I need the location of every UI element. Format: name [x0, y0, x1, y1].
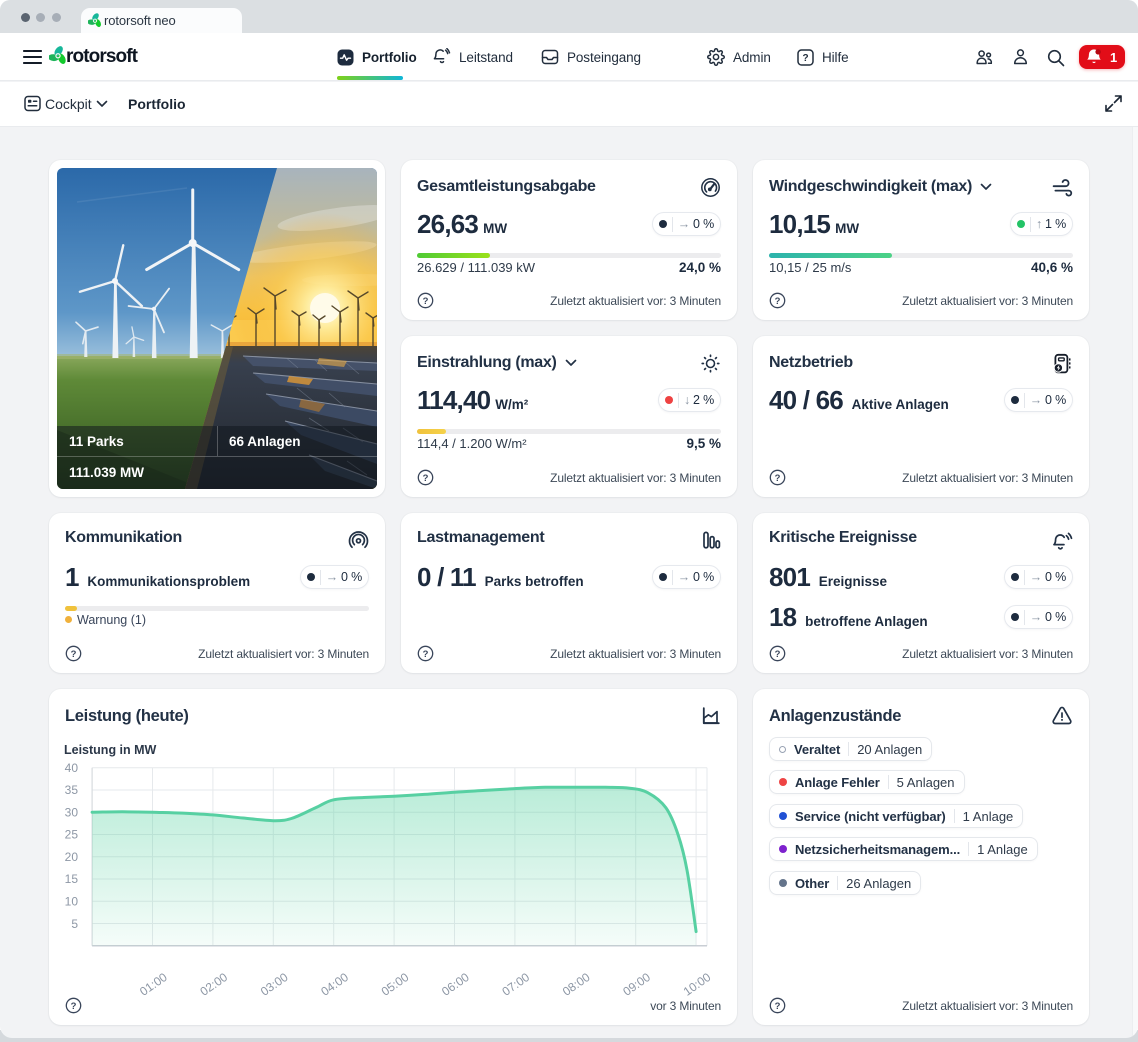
svg-text:?: ?: [423, 649, 429, 660]
svg-text:35: 35: [65, 783, 79, 797]
svg-text:02:00: 02:00: [197, 970, 230, 999]
svg-text:09:00: 09:00: [620, 970, 653, 999]
svg-text:30: 30: [65, 806, 79, 820]
svg-text:15: 15: [65, 872, 79, 886]
svg-text:40: 40: [65, 761, 79, 775]
svg-text:11 Parks: 11 Parks: [69, 434, 124, 449]
svg-text:03:00: 03:00: [258, 970, 291, 999]
svg-text:?: ?: [775, 1001, 781, 1012]
svg-text:?: ?: [71, 1001, 77, 1012]
svg-text:01:00: 01:00: [137, 970, 170, 999]
svg-text:05:00: 05:00: [379, 970, 412, 999]
svg-text:10:00: 10:00: [681, 970, 714, 999]
svg-text:25: 25: [65, 828, 79, 842]
svg-text:?: ?: [775, 649, 781, 660]
svg-text:111.039 MW: 111.039 MW: [69, 465, 144, 480]
svg-text:06:00: 06:00: [439, 970, 472, 999]
svg-text:?: ?: [775, 296, 781, 307]
svg-text:10: 10: [65, 895, 79, 909]
svg-text:?: ?: [802, 53, 808, 64]
svg-text:?: ?: [423, 473, 429, 484]
svg-text:66 Anlagen: 66 Anlagen: [229, 434, 301, 449]
svg-text:08:00: 08:00: [560, 970, 593, 999]
svg-text:?: ?: [775, 473, 781, 484]
svg-text:04:00: 04:00: [318, 970, 351, 999]
svg-text:?: ?: [71, 649, 77, 660]
svg-text:20: 20: [65, 850, 79, 864]
svg-text:5: 5: [71, 917, 78, 931]
svg-text:07:00: 07:00: [499, 970, 532, 999]
svg-text:?: ?: [423, 296, 429, 307]
